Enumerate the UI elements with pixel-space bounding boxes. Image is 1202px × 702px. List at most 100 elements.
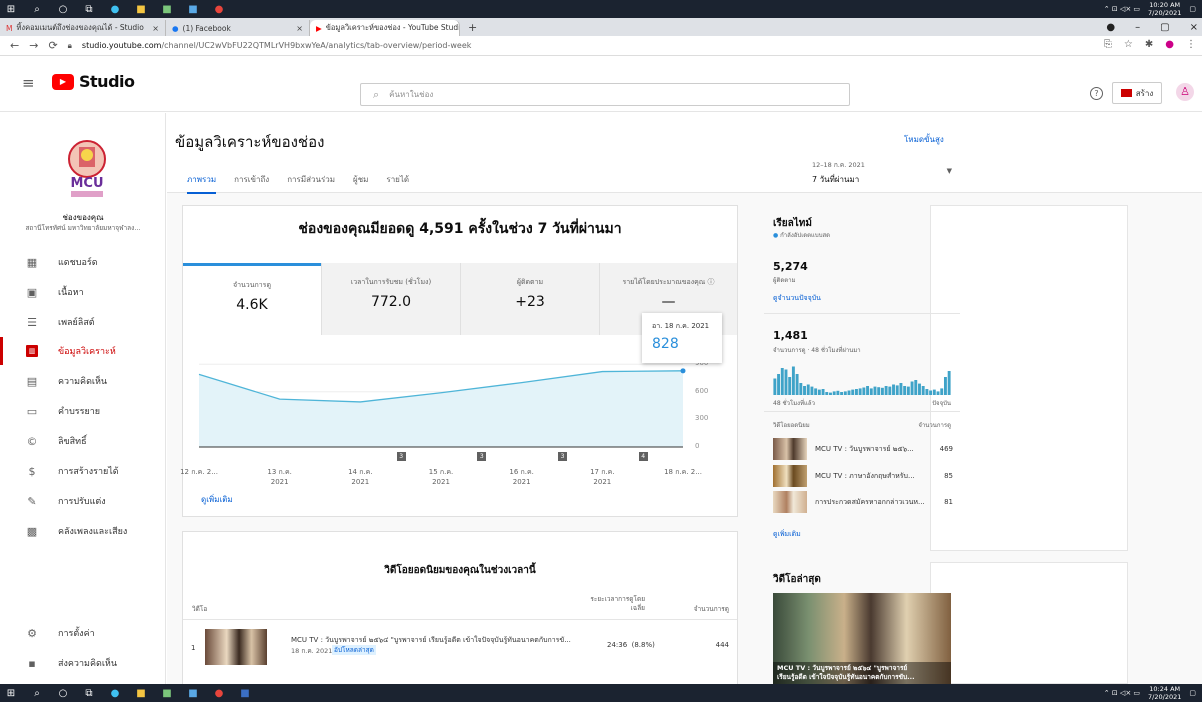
realtime-see-more-link[interactable]: ดูเพิ่มเติม	[773, 529, 801, 540]
sidebar-item-playlists[interactable]: ☰ เพลย์ลิสต์	[0, 308, 166, 336]
see-more-link[interactable]: ดูเพิ่มเติม	[201, 493, 233, 506]
upload-marker[interactable]: 3	[396, 452, 406, 461]
realtime-bar[interactable]	[817, 389, 821, 395]
sidebar-item-subtitles[interactable]: ▭ คำบรรยาย	[0, 397, 166, 425]
maximize-icon[interactable]: ▢	[1160, 22, 1169, 33]
browser-tab[interactable]: ● (1) Facebook ×	[166, 20, 310, 36]
realtime-bar[interactable]	[862, 387, 866, 396]
info-icon[interactable]: ⓘ	[708, 278, 715, 286]
realtime-bar[interactable]	[873, 386, 877, 395]
file-explorer-icon[interactable]: ■	[134, 3, 148, 15]
realtime-bar[interactable]	[914, 380, 918, 395]
data-point-last[interactable]	[680, 368, 686, 374]
metric-views[interactable]: จำนวนการดู 4.6K	[183, 263, 321, 335]
browser-tab[interactable]: M ทิ้งคอมเมนต์ถึงช่องของคุณได้ - Studio …	[0, 20, 166, 36]
translate-icon[interactable]: ⎘	[1104, 39, 1112, 50]
realtime-bar[interactable]	[910, 381, 914, 396]
metric-subscribers[interactable]: ผู้ติดตาม +23	[460, 263, 599, 335]
realtime-bar[interactable]	[866, 386, 870, 395]
search-icon[interactable]: ⌕	[30, 687, 44, 699]
account-avatar[interactable]: ♙	[1176, 83, 1194, 101]
sidebar-item-dashboard[interactable]: ▦ แดชบอร์ด	[0, 248, 166, 276]
realtime-bar[interactable]	[940, 388, 944, 395]
realtime-bar[interactable]	[892, 384, 895, 396]
notification-icon[interactable]: ▢	[1189, 689, 1196, 697]
realtime-bar[interactable]	[918, 383, 921, 395]
bookmark-star-icon[interactable]: ☆	[1124, 39, 1133, 50]
realtime-bar[interactable]	[932, 389, 936, 395]
upload-marker[interactable]: 3	[477, 452, 487, 461]
browser-menu-icon[interactable]: ⋮	[1186, 39, 1196, 50]
realtime-bar[interactable]	[847, 390, 851, 396]
realtime-bar[interactable]	[780, 368, 784, 395]
edge-icon[interactable]: ●	[108, 687, 122, 699]
sidebar-item-analytics[interactable]: ▥ ข้อมูลวิเคราะห์	[0, 337, 166, 365]
realtime-bar[interactable]	[921, 386, 925, 395]
close-icon[interactable]: ×	[296, 24, 303, 33]
cortana-icon[interactable]: ○	[56, 3, 70, 15]
studio-logo[interactable]: ▶ Studio	[52, 72, 135, 91]
realtime-bar[interactable]	[858, 388, 862, 395]
extensions-icon[interactable]: ✱	[1145, 39, 1153, 50]
create-button[interactable]: สร้าง	[1112, 82, 1162, 104]
clock[interactable]: 10:24 AM 7/20/2021	[1148, 685, 1181, 701]
realtime-bar[interactable]	[832, 391, 836, 395]
new-tab-button[interactable]: +	[468, 21, 477, 34]
realtime-bar[interactable]	[777, 374, 781, 395]
realtime-bar[interactable]	[795, 374, 799, 395]
cortana-icon[interactable]: ○	[56, 687, 70, 699]
realtime-bar[interactable]	[903, 386, 907, 395]
sidebar-item-comments[interactable]: ▤ ความคิดเห็น	[0, 367, 166, 395]
sidebar-item-copyright[interactable]: © ลิขสิทธิ์	[0, 427, 166, 455]
mail-icon[interactable]: ■	[186, 3, 200, 15]
upload-marker[interactable]: 3	[558, 452, 567, 461]
sidebar-item-feedback[interactable]: ▪ ส่งความคิดเห็น	[0, 649, 166, 677]
search-box[interactable]: ⌕ ค้นหาในช่อง	[360, 83, 850, 106]
realtime-bar[interactable]	[836, 390, 840, 395]
realtime-bar[interactable]	[947, 371, 951, 395]
realtime-bar[interactable]	[854, 389, 858, 395]
close-icon[interactable]: ×	[152, 24, 159, 33]
task-view-icon[interactable]: ⧉	[82, 3, 96, 15]
lock-icon[interactable]: 🔒︎	[68, 41, 72, 51]
tab-reach[interactable]: การเข้าถึง	[234, 173, 269, 194]
advanced-mode-link[interactable]: โหมดขั้นสูง	[904, 133, 944, 146]
tab-overview[interactable]: ภาพรวม	[187, 173, 217, 194]
realtime-bar[interactable]	[788, 377, 792, 395]
tray-icons[interactable]: ⌃ ⊡ ◁× ▭	[1104, 689, 1140, 697]
realtime-bar[interactable]	[784, 369, 788, 396]
mail-icon[interactable]: ■	[186, 687, 200, 699]
help-icon[interactable]: ?	[1090, 87, 1103, 100]
realtime-bar[interactable]	[877, 387, 881, 395]
sidebar-item-settings[interactable]: ⚙ การตั้งค่า	[0, 619, 166, 647]
realtime-bar[interactable]	[806, 384, 810, 396]
profile-dot-icon[interactable]: ●	[1106, 22, 1115, 33]
chrome-icon[interactable]: ●	[212, 3, 226, 15]
realtime-bar[interactable]	[936, 391, 940, 395]
latest-video-thumbnail[interactable]: MCU TV : วันบูรพาจารย์ ๒๕๖๔ "บูรพาจารย์ …	[773, 593, 951, 684]
channel-avatar[interactable]: MCU	[57, 133, 117, 199]
profile-avatar-icon[interactable]: ●	[1165, 39, 1174, 50]
sidebar-item-monetization[interactable]: $ การสร้างรายได้	[0, 457, 166, 485]
realtime-bar[interactable]	[884, 386, 888, 395]
list-item[interactable]: การประกวดสมัครหาอกกล่าวเวนห... 81	[773, 491, 953, 513]
forward-icon[interactable]: →	[29, 39, 38, 52]
realtime-bar[interactable]	[825, 392, 829, 395]
browser-tab-active[interactable]: ▶ ข้อมูลวิเคราะห์ของช่อง - YouTube Studi…	[310, 20, 460, 36]
video-thumbnail[interactable]	[205, 629, 267, 665]
realtime-bar[interactable]	[851, 389, 855, 395]
file-explorer-icon[interactable]: ■	[134, 687, 148, 699]
edge-icon[interactable]: ●	[108, 3, 122, 15]
tray-icons[interactable]: ⌃ ⊡ ◁× ▭	[1104, 5, 1140, 13]
reload-icon[interactable]: ⟳	[48, 39, 57, 52]
search-icon[interactable]: ⌕	[30, 3, 44, 15]
metric-watch-time[interactable]: เวลาในการรับชม (ชั่วโมง) 772.0	[321, 263, 460, 335]
chrome-icon[interactable]: ●	[212, 687, 226, 699]
store-icon[interactable]: ■	[160, 3, 174, 15]
realtime-bar[interactable]	[943, 377, 947, 395]
upload-marker[interactable]: 4	[638, 452, 648, 461]
realtime-bar[interactable]	[899, 383, 903, 395]
list-item[interactable]: MCU TV : วันบูรพาจารย์ ๒๕๖... 469	[773, 438, 953, 460]
sidebar-item-customization[interactable]: ✎ การปรับแต่ง	[0, 487, 166, 515]
notification-icon[interactable]: ▢	[1189, 5, 1196, 13]
